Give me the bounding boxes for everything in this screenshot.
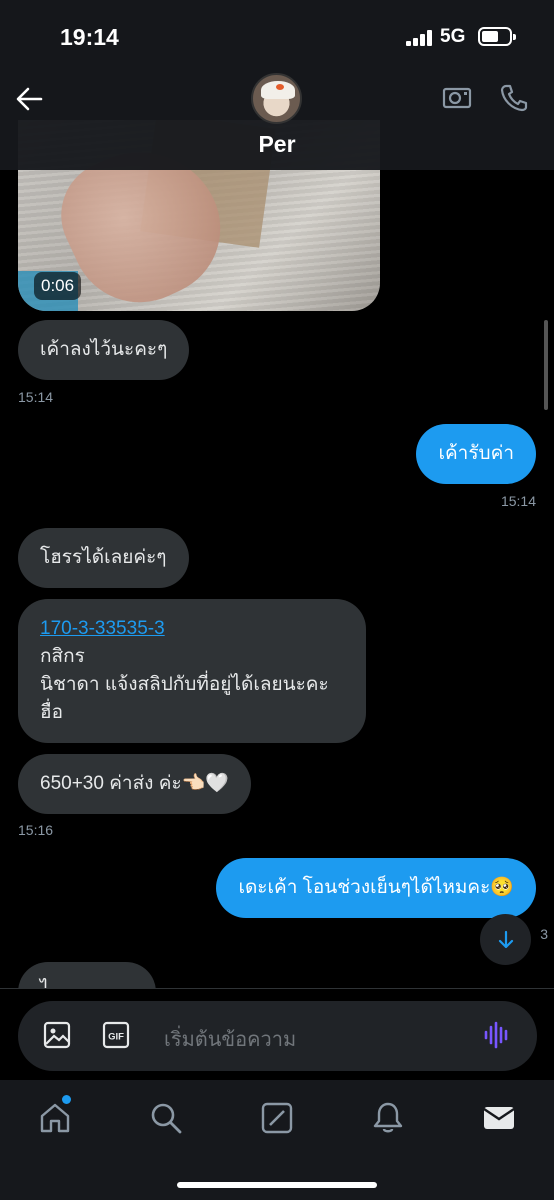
- timestamp: 15:14: [500, 493, 536, 509]
- message-line: ฮื่อ: [40, 702, 64, 723]
- scroll-to-bottom-button[interactable]: [480, 914, 531, 965]
- home-icon[interactable]: [37, 1100, 73, 1136]
- message-input[interactable]: เริ่มต้นข้อความ: [164, 1023, 296, 1055]
- account-number-link[interactable]: 170-3-33535-3: [40, 615, 344, 643]
- message-received-account[interactable]: 170-3-33535-3 กสิกร นิชาดา แจ้งสลิปกับที…: [18, 599, 366, 743]
- notification-dot: [62, 1095, 71, 1104]
- grok-icon[interactable]: [259, 1100, 295, 1136]
- notifications-icon[interactable]: [370, 1100, 406, 1136]
- message-line: กสิกร: [40, 646, 85, 667]
- video-duration: 0:06: [34, 272, 82, 300]
- chat-header: 19:14 5G Per: [0, 0, 554, 170]
- status-time: 19:14: [60, 24, 119, 50]
- message-sent[interactable]: เดะเค้า โอนช่วงเย็นๆได้ไหมคะ🥺: [216, 858, 536, 918]
- messages-icon[interactable]: [481, 1100, 517, 1136]
- network-type: 5G: [440, 26, 466, 47]
- message-received[interactable]: 650+30 ค่าส่ง ค่ะ👈🏻🤍: [18, 754, 251, 814]
- message-received[interactable]: เค้าลงไว้นะคะๆ: [18, 320, 190, 380]
- scrollbar[interactable]: [544, 320, 548, 410]
- message-line: นิชาดา แจ้งสลิปกับที่อยู่ได้เลยนะคะ: [40, 674, 329, 695]
- video-call-icon[interactable]: [441, 82, 473, 114]
- arrow-down-icon: [498, 930, 513, 948]
- timestamp: 15:14: [18, 389, 54, 405]
- message-sent[interactable]: เค้ารับค่า: [416, 424, 536, 484]
- signal-icon: [406, 30, 434, 46]
- search-icon[interactable]: [148, 1100, 184, 1136]
- message-composer[interactable]: GIF เริ่มต้นข้อความ: [18, 1001, 537, 1071]
- contact-name[interactable]: Per: [0, 131, 554, 158]
- timestamp: 3: [540, 926, 548, 942]
- battery-icon: [478, 27, 516, 46]
- message-received-partial[interactable]: ไ...: [18, 962, 156, 990]
- home-indicator: [177, 1182, 377, 1188]
- composer-bar: GIF เริ่มต้นข้อความ: [0, 988, 554, 1080]
- timestamp: 15:16: [18, 822, 54, 838]
- gif-icon[interactable]: GIF: [101, 1020, 131, 1050]
- message-received[interactable]: โฮรรได้เลยค่ะๆ: [18, 528, 189, 588]
- phone-icon[interactable]: [498, 82, 530, 114]
- back-arrow-icon[interactable]: [14, 84, 44, 114]
- image-icon[interactable]: [42, 1020, 72, 1050]
- svg-text:GIF: GIF: [108, 1032, 124, 1043]
- voice-message-icon[interactable]: [482, 1020, 512, 1050]
- avatar[interactable]: [251, 73, 302, 124]
